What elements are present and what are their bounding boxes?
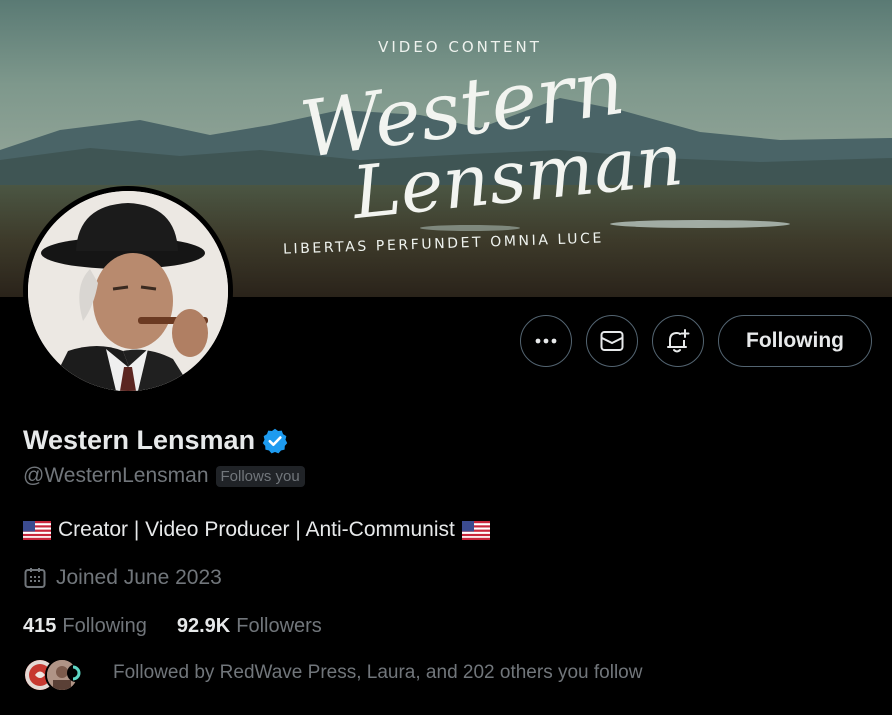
more-button[interactable] xyxy=(520,315,572,367)
follows-you-badge: Follows you xyxy=(215,465,305,487)
profile-avatar[interactable] xyxy=(23,186,233,396)
bell-plus-icon xyxy=(667,329,690,353)
mutual-follower-avatars xyxy=(23,656,91,692)
avatar-photo xyxy=(28,191,228,391)
bio-text: Creator | Video Producer | Anti-Communis… xyxy=(58,518,455,541)
ellipsis-icon xyxy=(535,338,557,344)
user-handle: @WesternLensman xyxy=(23,464,209,487)
profile-bio: Creator | Video Producer | Anti-Communis… xyxy=(23,518,490,542)
verified-badge-icon[interactable] xyxy=(261,427,289,455)
joined-date: Joined June 2023 xyxy=(56,566,222,589)
mutual-avatar xyxy=(67,664,85,682)
following-button[interactable]: Following xyxy=(718,315,872,367)
following-label: Following xyxy=(62,615,147,637)
following-count: 415 xyxy=(23,615,57,637)
handle-row: @WesternLensman Follows you xyxy=(23,464,305,488)
banner-top-text: VIDEO CONTENT xyxy=(378,38,542,56)
display-name-row: Western Lensman xyxy=(23,425,289,456)
us-flag-icon xyxy=(23,520,51,540)
followers-stat-link[interactable]: 92.9K Followers xyxy=(177,615,322,638)
joined-date-row: Joined June 2023 xyxy=(23,566,222,590)
calendar-icon xyxy=(24,568,46,588)
following-stat-link[interactable]: 415 Following xyxy=(23,615,147,638)
follow-stats: 415 Following 92.9K Followers xyxy=(23,615,352,638)
display-name: Western Lensman xyxy=(23,425,256,455)
followers-label: Followers xyxy=(236,615,322,637)
envelope-icon xyxy=(600,331,624,351)
followed-by-link[interactable]: Followed by RedWave Press, Laura, and 20… xyxy=(23,656,643,692)
notifications-button[interactable] xyxy=(652,315,704,367)
us-flag-icon xyxy=(461,520,490,540)
followed-by-text: Followed by RedWave Press, Laura, and 20… xyxy=(113,662,643,683)
message-button[interactable] xyxy=(586,315,638,367)
followers-count: 92.9K xyxy=(176,615,231,637)
